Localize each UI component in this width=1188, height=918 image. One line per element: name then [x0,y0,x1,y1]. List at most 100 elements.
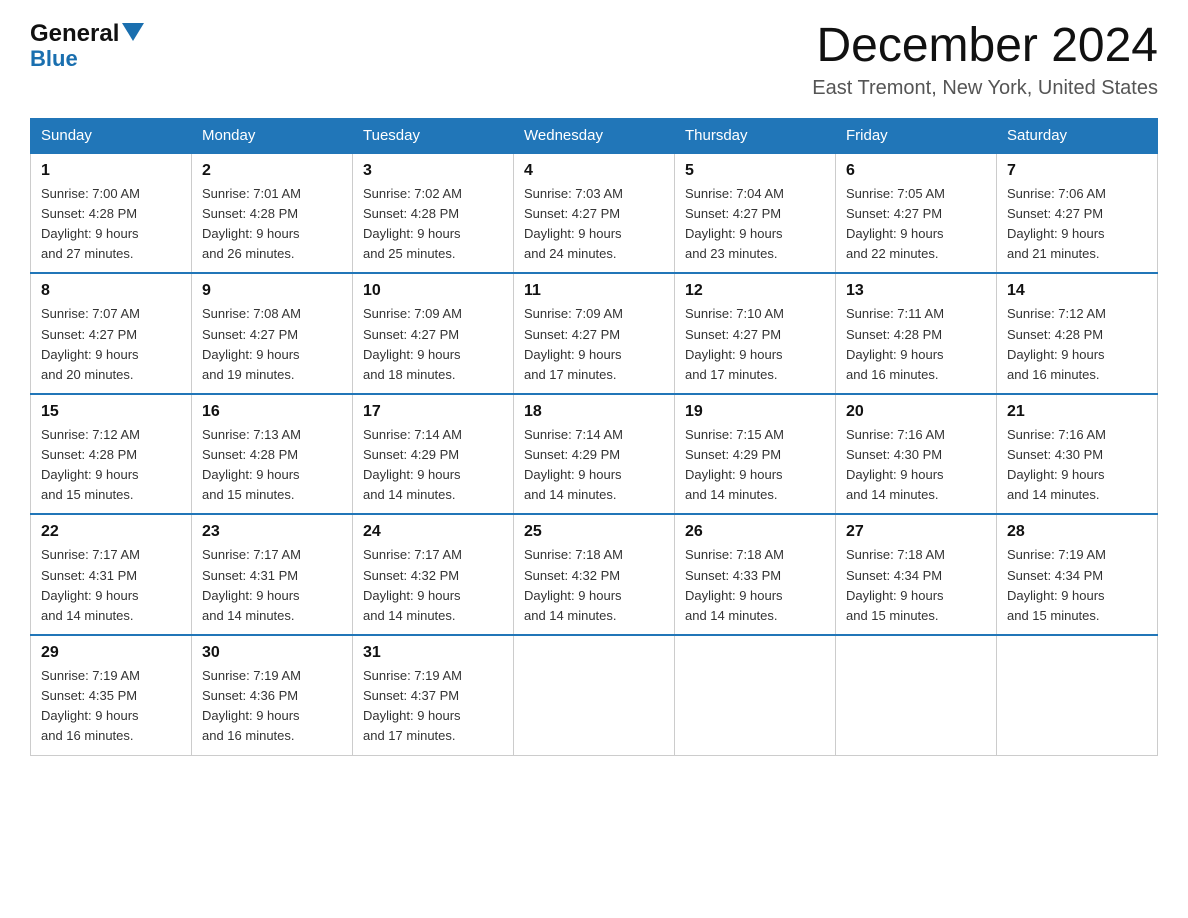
day-info: Sunrise: 7:18 AM Sunset: 4:33 PM Dayligh… [685,545,825,626]
day-info: Sunrise: 7:18 AM Sunset: 4:32 PM Dayligh… [524,545,664,626]
table-row: 8 Sunrise: 7:07 AM Sunset: 4:27 PM Dayli… [31,273,192,394]
table-row: 23 Sunrise: 7:17 AM Sunset: 4:31 PM Dayl… [192,514,353,635]
day-info: Sunrise: 7:05 AM Sunset: 4:27 PM Dayligh… [846,184,986,265]
table-row: 31 Sunrise: 7:19 AM Sunset: 4:37 PM Dayl… [353,635,514,755]
day-number: 29 [41,644,181,662]
day-number: 26 [685,523,825,541]
day-info: Sunrise: 7:09 AM Sunset: 4:27 PM Dayligh… [524,304,664,385]
table-row: 16 Sunrise: 7:13 AM Sunset: 4:28 PM Dayl… [192,394,353,515]
day-info: Sunrise: 7:01 AM Sunset: 4:28 PM Dayligh… [202,184,342,265]
table-row: 22 Sunrise: 7:17 AM Sunset: 4:31 PM Dayl… [31,514,192,635]
table-row: 4 Sunrise: 7:03 AM Sunset: 4:27 PM Dayli… [514,153,675,274]
logo-blue-text: Blue [30,46,78,72]
table-row: 27 Sunrise: 7:18 AM Sunset: 4:34 PM Dayl… [836,514,997,635]
day-number: 8 [41,282,181,300]
table-row: 15 Sunrise: 7:12 AM Sunset: 4:28 PM Dayl… [31,394,192,515]
day-info: Sunrise: 7:19 AM Sunset: 4:36 PM Dayligh… [202,666,342,747]
logo-arrow-icon [122,23,144,45]
day-info: Sunrise: 7:06 AM Sunset: 4:27 PM Dayligh… [1007,184,1147,265]
day-number: 12 [685,282,825,300]
table-row: 1 Sunrise: 7:00 AM Sunset: 4:28 PM Dayli… [31,153,192,274]
day-info: Sunrise: 7:12 AM Sunset: 4:28 PM Dayligh… [41,425,181,506]
calendar-week-row: 15 Sunrise: 7:12 AM Sunset: 4:28 PM Dayl… [31,394,1158,515]
calendar-header-row: Sunday Monday Tuesday Wednesday Thursday… [31,118,1158,153]
col-wednesday: Wednesday [514,118,675,153]
table-row [514,635,675,755]
day-info: Sunrise: 7:11 AM Sunset: 4:28 PM Dayligh… [846,304,986,385]
day-info: Sunrise: 7:09 AM Sunset: 4:27 PM Dayligh… [363,304,503,385]
table-row: 9 Sunrise: 7:08 AM Sunset: 4:27 PM Dayli… [192,273,353,394]
day-number: 1 [41,162,181,180]
day-info: Sunrise: 7:17 AM Sunset: 4:31 PM Dayligh… [202,545,342,626]
logo: General Blue [30,20,144,72]
day-number: 16 [202,403,342,421]
day-number: 25 [524,523,664,541]
day-info: Sunrise: 7:08 AM Sunset: 4:27 PM Dayligh… [202,304,342,385]
day-number: 2 [202,162,342,180]
col-monday: Monday [192,118,353,153]
day-info: Sunrise: 7:17 AM Sunset: 4:31 PM Dayligh… [41,545,181,626]
page-header: General Blue December 2024 East Tremont,… [30,20,1158,100]
day-info: Sunrise: 7:13 AM Sunset: 4:28 PM Dayligh… [202,425,342,506]
table-row: 20 Sunrise: 7:16 AM Sunset: 4:30 PM Dayl… [836,394,997,515]
table-row [836,635,997,755]
calendar-week-row: 22 Sunrise: 7:17 AM Sunset: 4:31 PM Dayl… [31,514,1158,635]
day-number: 20 [846,403,986,421]
day-number: 10 [363,282,503,300]
day-number: 11 [524,282,664,300]
day-number: 24 [363,523,503,541]
day-number: 21 [1007,403,1147,421]
day-number: 13 [846,282,986,300]
day-info: Sunrise: 7:12 AM Sunset: 4:28 PM Dayligh… [1007,304,1147,385]
day-number: 17 [363,403,503,421]
day-info: Sunrise: 7:19 AM Sunset: 4:34 PM Dayligh… [1007,545,1147,626]
day-number: 3 [363,162,503,180]
title-block: December 2024 East Tremont, New York, Un… [812,20,1158,100]
day-info: Sunrise: 7:07 AM Sunset: 4:27 PM Dayligh… [41,304,181,385]
day-number: 18 [524,403,664,421]
table-row [997,635,1158,755]
calendar-table: Sunday Monday Tuesday Wednesday Thursday… [30,118,1158,756]
table-row: 6 Sunrise: 7:05 AM Sunset: 4:27 PM Dayli… [836,153,997,274]
day-number: 31 [363,644,503,662]
calendar-week-row: 8 Sunrise: 7:07 AM Sunset: 4:27 PM Dayli… [31,273,1158,394]
day-number: 28 [1007,523,1147,541]
table-row [675,635,836,755]
day-info: Sunrise: 7:14 AM Sunset: 4:29 PM Dayligh… [363,425,503,506]
day-number: 23 [202,523,342,541]
day-number: 14 [1007,282,1147,300]
table-row: 3 Sunrise: 7:02 AM Sunset: 4:28 PM Dayli… [353,153,514,274]
table-row: 28 Sunrise: 7:19 AM Sunset: 4:34 PM Dayl… [997,514,1158,635]
table-row: 13 Sunrise: 7:11 AM Sunset: 4:28 PM Dayl… [836,273,997,394]
day-info: Sunrise: 7:15 AM Sunset: 4:29 PM Dayligh… [685,425,825,506]
day-number: 30 [202,644,342,662]
calendar-week-row: 29 Sunrise: 7:19 AM Sunset: 4:35 PM Dayl… [31,635,1158,755]
day-info: Sunrise: 7:17 AM Sunset: 4:32 PM Dayligh… [363,545,503,626]
table-row: 29 Sunrise: 7:19 AM Sunset: 4:35 PM Dayl… [31,635,192,755]
day-info: Sunrise: 7:16 AM Sunset: 4:30 PM Dayligh… [1007,425,1147,506]
table-row: 21 Sunrise: 7:16 AM Sunset: 4:30 PM Dayl… [997,394,1158,515]
day-info: Sunrise: 7:19 AM Sunset: 4:35 PM Dayligh… [41,666,181,747]
table-row: 17 Sunrise: 7:14 AM Sunset: 4:29 PM Dayl… [353,394,514,515]
day-info: Sunrise: 7:00 AM Sunset: 4:28 PM Dayligh… [41,184,181,265]
location-subtitle: East Tremont, New York, United States [812,77,1158,100]
month-year-title: December 2024 [812,20,1158,73]
day-number: 7 [1007,162,1147,180]
table-row: 26 Sunrise: 7:18 AM Sunset: 4:33 PM Dayl… [675,514,836,635]
col-thursday: Thursday [675,118,836,153]
day-number: 22 [41,523,181,541]
day-info: Sunrise: 7:18 AM Sunset: 4:34 PM Dayligh… [846,545,986,626]
table-row: 10 Sunrise: 7:09 AM Sunset: 4:27 PM Dayl… [353,273,514,394]
day-number: 5 [685,162,825,180]
day-info: Sunrise: 7:16 AM Sunset: 4:30 PM Dayligh… [846,425,986,506]
table-row: 24 Sunrise: 7:17 AM Sunset: 4:32 PM Dayl… [353,514,514,635]
table-row: 18 Sunrise: 7:14 AM Sunset: 4:29 PM Dayl… [514,394,675,515]
day-number: 27 [846,523,986,541]
day-number: 6 [846,162,986,180]
day-number: 9 [202,282,342,300]
day-number: 4 [524,162,664,180]
day-info: Sunrise: 7:14 AM Sunset: 4:29 PM Dayligh… [524,425,664,506]
col-tuesday: Tuesday [353,118,514,153]
day-number: 19 [685,403,825,421]
table-row: 5 Sunrise: 7:04 AM Sunset: 4:27 PM Dayli… [675,153,836,274]
